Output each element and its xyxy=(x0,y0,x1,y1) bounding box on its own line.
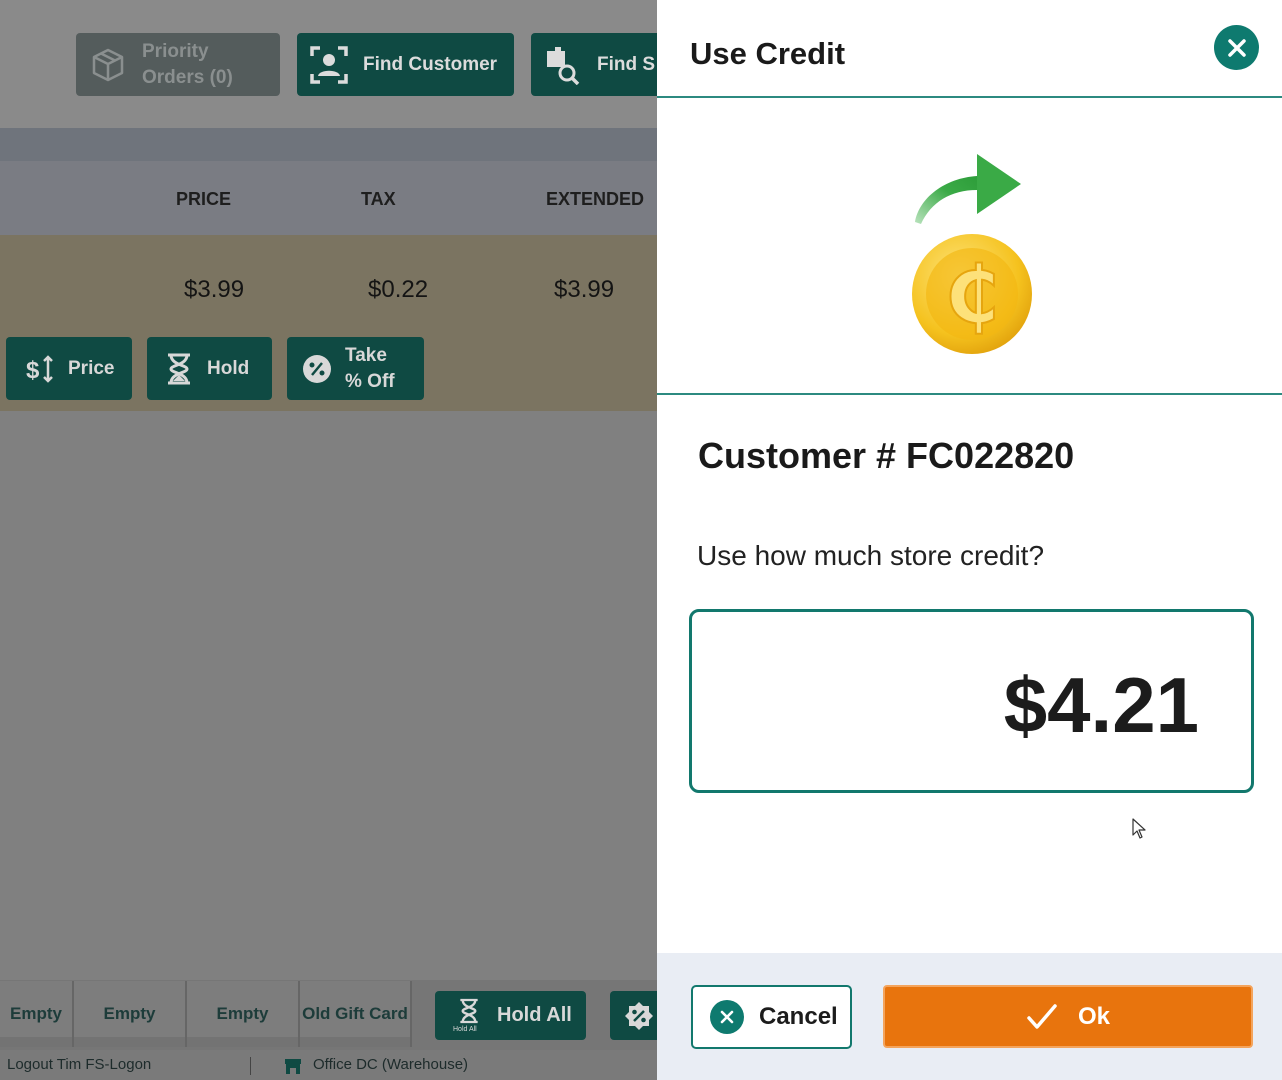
location-status: Office DC (Warehouse) xyxy=(313,1056,469,1073)
hold-all-button[interactable]: Hold All Hold All xyxy=(435,991,586,1040)
svg-text:₵: ₵ xyxy=(945,251,999,341)
take-percent-off-button[interactable]: Take % Off xyxy=(287,337,424,400)
quick-tile-label: Empty xyxy=(216,1004,269,1023)
priority-orders-label-2: Orders (0) xyxy=(142,66,233,88)
cancel-button[interactable]: Cancel xyxy=(691,985,852,1049)
find-s-button[interactable]: Find S xyxy=(531,33,657,96)
hold-all-icon: Hold All xyxy=(453,996,485,1036)
hold-button[interactable]: Hold xyxy=(147,337,272,400)
find-item-icon xyxy=(543,45,583,85)
svg-text:$: $ xyxy=(26,357,40,384)
coin-arrow-icon: ₵ xyxy=(912,154,1032,354)
find-s-label: Find S xyxy=(597,53,656,75)
find-customer-label: Find Customer xyxy=(363,53,498,75)
take-label-2: % Off xyxy=(345,370,395,392)
logout-status[interactable]: Logout Tim FS-Logon xyxy=(7,1056,151,1073)
quick-tile[interactable]: Empty xyxy=(0,981,74,1047)
dialog-title: Use Credit xyxy=(690,36,846,71)
percent-badge-icon xyxy=(625,1002,653,1030)
mouse-cursor-icon xyxy=(1132,818,1146,839)
box-icon xyxy=(88,45,128,85)
close-button[interactable] xyxy=(1214,25,1259,70)
quick-tile[interactable]: Old Gift Card xyxy=(300,981,412,1047)
cancel-icon xyxy=(710,1000,744,1034)
credit-illustration: ₵ xyxy=(907,150,1037,360)
ok-button[interactable]: Ok xyxy=(883,985,1253,1048)
hold-all-label: Hold All xyxy=(497,1004,572,1026)
cancel-label: Cancel xyxy=(759,1003,838,1030)
checkmark-icon xyxy=(1026,1001,1058,1033)
column-header-tax: TAX xyxy=(361,189,396,209)
use-credit-dialog: Use Credit ₵ Customer # FC022820 Use how… xyxy=(657,0,1282,1080)
credit-amount-value: $4.21 xyxy=(1003,661,1199,749)
percent-icon xyxy=(301,353,333,385)
price-change-icon: $ xyxy=(24,353,56,385)
priority-orders-button[interactable]: Priority Orders (0) xyxy=(76,33,280,96)
quick-tile[interactable]: Empty xyxy=(187,981,300,1047)
discount-all-button[interactable] xyxy=(610,991,657,1040)
quick-tile[interactable]: Empty xyxy=(74,981,187,1047)
quick-tile-label: Empty xyxy=(10,1004,62,1023)
customer-number: Customer # FC022820 xyxy=(698,435,1075,476)
store-icon xyxy=(285,1059,301,1074)
item-extended: $3.99 xyxy=(554,276,615,303)
hourglass-icon xyxy=(163,353,195,385)
hold-label: Hold xyxy=(207,357,250,379)
item-price: $3.99 xyxy=(184,276,245,303)
column-header-extended: EXTENDED xyxy=(546,189,645,209)
status-separator xyxy=(250,1057,251,1075)
customer-scan-icon xyxy=(309,45,349,85)
credit-amount-field[interactable]: $4.21 xyxy=(689,609,1254,793)
priority-orders-label-1: Priority xyxy=(142,40,209,62)
illustration-divider xyxy=(657,393,1282,395)
sub-bar xyxy=(0,128,657,161)
status-bar: Logout Tim FS-Logon Office DC (Warehouse… xyxy=(0,1050,657,1080)
find-customer-button[interactable]: Find Customer xyxy=(297,33,514,96)
title-divider xyxy=(657,96,1282,98)
background-app: Priority Orders (0) Find Customer Find S… xyxy=(0,0,657,1080)
hold-all-icon-caption: Hold All xyxy=(453,1025,477,1033)
close-icon xyxy=(1227,38,1246,57)
ok-label: Ok xyxy=(1077,1002,1110,1030)
price-label: Price xyxy=(68,357,115,379)
take-label-1: Take xyxy=(345,344,387,366)
item-tax: $0.22 xyxy=(368,276,429,303)
column-header-price: PRICE xyxy=(176,189,232,209)
quick-tile-label: Empty xyxy=(103,1004,156,1023)
credit-prompt: Use how much store credit? xyxy=(697,540,1045,571)
quick-tile-label: Old Gift Card xyxy=(302,1004,408,1023)
price-button[interactable]: $ Price xyxy=(6,337,132,400)
